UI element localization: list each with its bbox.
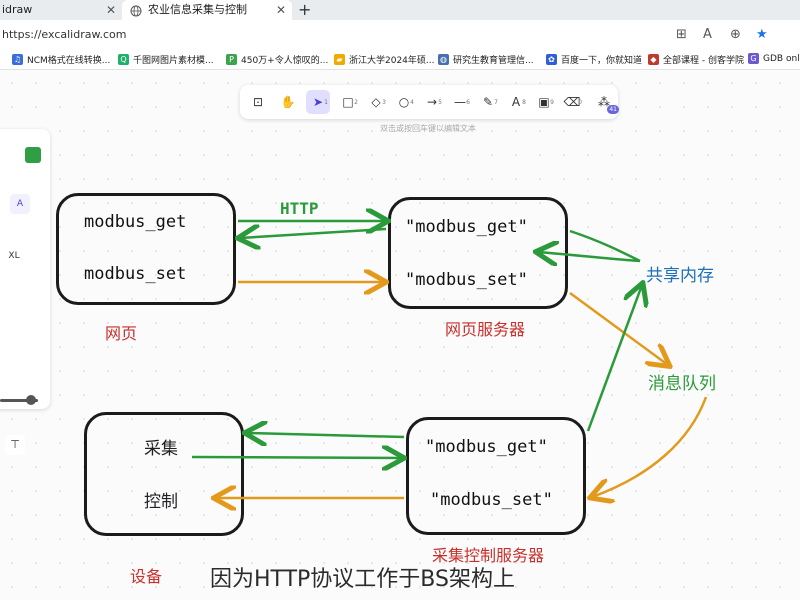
favorite-star-icon[interactable]: ★ <box>756 27 768 42</box>
bookmark-item[interactable]: ◆ 全部课程 - 创客学院 <box>648 53 744 66</box>
bookmark-item[interactable]: ◍ 研究生教育管理信... <box>438 53 534 66</box>
university-icon: ◍ <box>438 54 449 65</box>
bookmark-label: 研究生教育管理信... <box>453 56 534 66</box>
music-icon: ♫ <box>12 54 23 65</box>
bookmark-item[interactable]: ♫ NCM格式在线转换... <box>12 53 110 66</box>
bookmark-item[interactable]: ✿ 百度一下，你就知道 <box>546 53 642 66</box>
read-aloud-icon[interactable]: A <box>703 27 712 42</box>
bookmarks-bar: ♫ NCM格式在线转换... Q 千图网图片素材模... P 450万+令人惊叹的... ▰… <box>0 50 800 70</box>
tab-strip: idraw ✕ 农业信息采集与控制 ✕ + <box>0 0 800 20</box>
bookmark-label: 百度一下，你就知道 <box>561 56 643 66</box>
bookmark-label: NCM格式在线转换... <box>27 56 111 66</box>
ctrl-to-device-arrow <box>247 433 405 437</box>
bookmark-item[interactable]: ▰ 浙江大学2024年硕... <box>334 53 435 66</box>
baidu-paw-icon: ✿ <box>546 54 557 65</box>
excalidraw-canvas[interactable]: ⊡ ✋ ➤ 1 □ 2 ◇ 3 ○ 4 → 5—6 ✎ 7 A 8 ▣ 9 ⌫ 0 ⁂ 41 双击或按回车键以编辑文本 A… <box>0 71 800 600</box>
bookmark-label: 450万+令人惊叹的... <box>241 56 329 66</box>
bookmark-item[interactable]: Q 千图网图片素材模... <box>118 53 214 66</box>
tab-title: idraw <box>2 3 33 16</box>
ctrl-to-memory-arrow <box>586 285 642 432</box>
globe-icon <box>130 4 142 17</box>
queue-to-ctrl-arrow <box>592 396 708 497</box>
tab-title: 农业信息采集与控制 <box>148 3 247 16</box>
set-to-queue-arrow <box>569 291 668 365</box>
tab-excalidraw[interactable]: idraw ✕ <box>0 0 122 20</box>
url-field[interactable]: https://excalidraw.com <box>2 28 126 41</box>
http-response-arrow <box>240 229 387 238</box>
extensions-icon[interactable]: ⊞ <box>676 27 687 42</box>
folder-icon: ▰ <box>334 54 345 65</box>
bookmark-item[interactable]: P 450万+令人惊叹的... <box>226 53 328 66</box>
bookmark-label: 千图网图片素材模... <box>133 56 214 66</box>
bookmark-label: 全部课程 - 创客学院 <box>663 56 744 66</box>
qiantu-icon: Q <box>118 54 129 65</box>
device-to-ctrl-arrow <box>191 457 402 458</box>
address-bar-row: https://excalidraw.com ⊞ A ⊕ ★ <box>0 20 800 50</box>
image-site-icon: P <box>226 54 237 65</box>
zoom-icon[interactable]: ⊕ <box>730 27 741 42</box>
tab-close-icon[interactable]: ✕ <box>276 0 286 20</box>
tab-close-icon[interactable]: ✕ <box>106 0 116 20</box>
bookmark-label: GDB online <box>763 53 800 64</box>
tab-agri-info[interactable]: 农业信息采集与控制 ✕ <box>122 0 292 20</box>
connector-arrows <box>191 71 708 600</box>
new-tab-button[interactable]: + <box>298 0 311 20</box>
bookmark-item[interactable]: G GDB online <box>748 53 800 64</box>
bookmark-label: 浙江大学2024年硕... <box>349 56 435 66</box>
video-caption: 因为HTTP协议工作于BS架构上 <box>210 567 515 592</box>
course-icon: ◆ <box>648 54 659 65</box>
gdb-icon: G <box>748 53 759 64</box>
